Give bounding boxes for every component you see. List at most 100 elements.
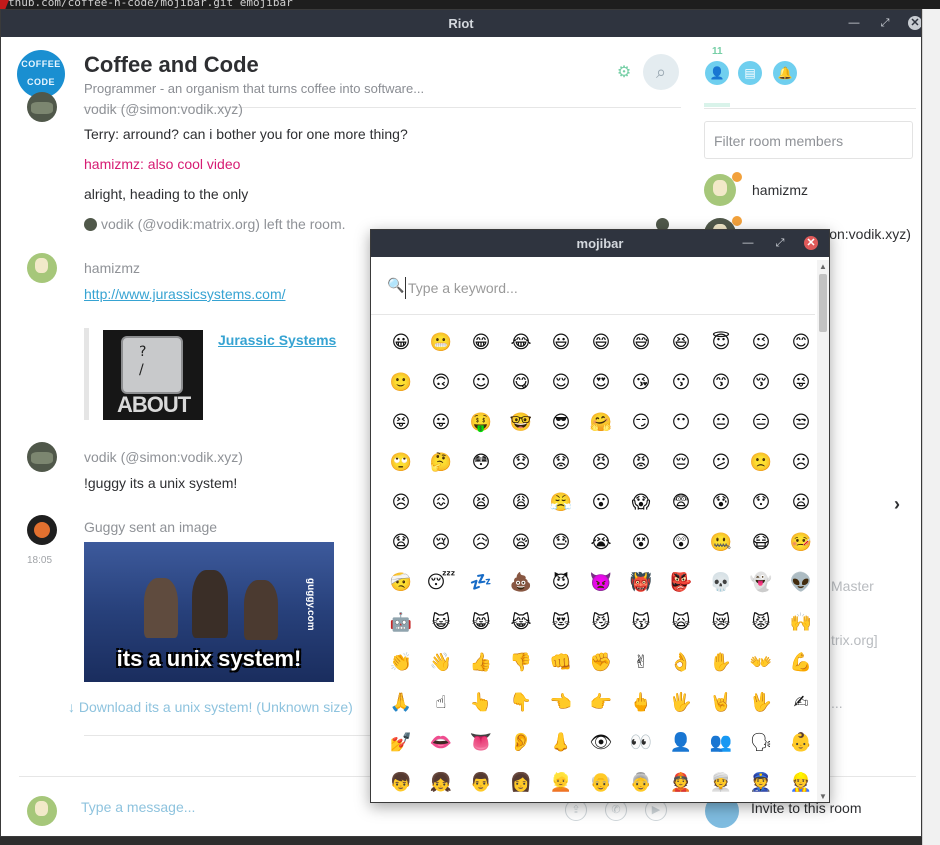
keyword-search-input[interactable] <box>405 277 805 299</box>
emoji-cell[interactable]: ✊ <box>581 643 621 683</box>
emoji-cell[interactable]: 😿 <box>701 603 741 643</box>
maximize-icon[interactable]: ⤢ <box>773 236 787 250</box>
emoji-cell[interactable]: 👱 <box>541 763 581 802</box>
filter-members-input[interactable]: Filter room members <box>704 121 913 159</box>
emoji-cell[interactable]: 😅 <box>621 323 661 363</box>
emoji-cell[interactable]: 😰 <box>701 483 741 523</box>
emoji-cell[interactable]: 🙄 <box>381 443 421 483</box>
emoji-cell[interactable]: 😆 <box>661 323 701 363</box>
emoji-cell[interactable]: 😣 <box>381 483 421 523</box>
emoji-cell[interactable]: 😹 <box>501 603 541 643</box>
emoji-cell[interactable]: 🤓 <box>501 403 541 443</box>
emoji-cell[interactable]: 🖕 <box>621 683 661 723</box>
emoji-cell[interactable]: 🤘 <box>701 683 741 723</box>
emoji-cell[interactable]: 👵 <box>621 763 661 802</box>
emoji-cell[interactable]: 👤 <box>661 723 701 763</box>
emoji-cell[interactable]: 😛 <box>421 403 461 443</box>
emoji-cell[interactable]: ☹ <box>781 443 815 483</box>
emoji-cell[interactable]: 🖐 <box>661 683 701 723</box>
emoji-cell[interactable]: 😝 <box>381 403 421 443</box>
emoji-cell[interactable]: 😻 <box>541 603 581 643</box>
emoji-cell[interactable]: ✌ <box>621 643 661 683</box>
emoji-cell[interactable]: 😡 <box>621 443 661 483</box>
emoji-cell[interactable]: 😥 <box>461 523 501 563</box>
scroll-up-icon[interactable]: ▲ <box>819 262 827 271</box>
emoji-cell[interactable]: 😃 <box>541 323 581 363</box>
emoji-cell[interactable]: 👃 <box>541 723 581 763</box>
emoji-cell[interactable]: 😜 <box>781 363 815 403</box>
emoji-cell[interactable]: 😺 <box>421 603 461 643</box>
url-preview-image[interactable]: ? / ABOUT <box>103 330 203 420</box>
emoji-cell[interactable]: 😚 <box>741 363 781 403</box>
emoji-cell[interactable]: 😧 <box>381 523 421 563</box>
emoji-cell[interactable]: ✋ <box>701 643 741 683</box>
emoji-cell[interactable]: 🙀 <box>661 603 701 643</box>
emoji-cell[interactable]: 👆 <box>461 683 501 723</box>
emoji-cell[interactable]: 💅 <box>381 723 421 763</box>
settings-gear-icon[interactable]: ⚙ <box>615 64 633 82</box>
emoji-cell[interactable]: 👶 <box>781 723 815 763</box>
members-icon[interactable]: 👤 <box>705 61 729 85</box>
minimize-icon[interactable]: — <box>741 236 755 250</box>
sender-name[interactable]: hamizmz <box>84 260 140 276</box>
message-link[interactable]: http://www.jurassicsystems.com/ <box>84 286 286 302</box>
emoji-cell[interactable]: 😔 <box>661 443 701 483</box>
emoji-cell[interactable]: 👥 <box>701 723 741 763</box>
emoji-cell[interactable]: 👩 <box>501 763 541 802</box>
emoji-cell[interactable]: 😄 <box>581 323 621 363</box>
emoji-cell[interactable]: 🗣 <box>741 723 781 763</box>
emoji-cell[interactable]: 😵 <box>621 523 661 563</box>
emoji-cell[interactable]: 🙌 <box>781 603 815 643</box>
emoji-cell[interactable]: 👏 <box>381 643 421 683</box>
emoji-cell[interactable]: 👲 <box>661 763 701 802</box>
emoji-cell[interactable]: 💩 <box>501 563 541 603</box>
emoji-cell[interactable]: 👴 <box>581 763 621 802</box>
url-preview-title[interactable]: Jurassic Systems <box>218 332 336 348</box>
scrollbar[interactable]: ▲ ▼ <box>817 260 829 802</box>
emoji-cell[interactable]: 👹 <box>621 563 661 603</box>
emoji-cell[interactable]: 🤗 <box>581 403 621 443</box>
emoji-cell[interactable]: 🙂 <box>381 363 421 403</box>
emoji-cell[interactable]: 😫 <box>461 483 501 523</box>
emoji-cell[interactable]: 😨 <box>661 483 701 523</box>
emoji-cell[interactable]: 🤑 <box>461 403 501 443</box>
emoji-cell[interactable]: 💀 <box>701 563 741 603</box>
emoji-cell[interactable]: 👺 <box>661 563 701 603</box>
room-name[interactable]: Coffee and Code <box>84 52 259 78</box>
emoji-cell[interactable]: 😶 <box>661 403 701 443</box>
emoji-cell[interactable]: 😢 <box>421 523 461 563</box>
emoji-cell[interactable]: 👋 <box>421 643 461 683</box>
emoji-cell[interactable]: 😁 <box>461 323 501 363</box>
emoji-cell[interactable]: 🤕 <box>381 563 421 603</box>
emoji-cell[interactable]: 👳 <box>701 763 741 802</box>
emoji-cell[interactable]: 😞 <box>501 443 541 483</box>
files-icon[interactable]: ▤ <box>738 61 762 85</box>
emoji-cell[interactable]: 😴 <box>421 563 461 603</box>
emoji-cell[interactable]: 😌 <box>541 363 581 403</box>
avatar[interactable] <box>27 442 57 472</box>
emoji-cell[interactable]: ☺ <box>461 363 501 403</box>
emoji-cell[interactable]: 😉 <box>741 323 781 363</box>
sender-name[interactable]: Guggy sent an image <box>84 519 217 535</box>
room-avatar[interactable]: COFFEE CODE <box>17 50 65 98</box>
emoji-cell[interactable]: 😓 <box>541 523 581 563</box>
emoji-cell[interactable]: 😠 <box>581 443 621 483</box>
emoji-cell[interactable]: 😊 <box>781 323 815 363</box>
emoji-cell[interactable]: 👨 <box>461 763 501 802</box>
emoji-cell[interactable]: 👂 <box>501 723 541 763</box>
emoji-cell[interactable]: 👽 <box>781 563 815 603</box>
emoji-cell[interactable]: 🤖 <box>381 603 421 643</box>
scrollbar-thumb[interactable] <box>819 274 827 332</box>
emoji-cell[interactable]: 👈 <box>541 683 581 723</box>
emoji-cell[interactable]: 😩 <box>501 483 541 523</box>
avatar[interactable] <box>27 515 57 545</box>
sender-name[interactable]: vodik (@simon:vodik.xyz) <box>84 449 243 465</box>
emoji-cell[interactable]: 😐 <box>701 403 741 443</box>
emoji-cell[interactable]: 👧 <box>421 763 461 802</box>
emoji-cell[interactable]: 😏 <box>621 403 661 443</box>
emoji-cell[interactable]: 🤔 <box>421 443 461 483</box>
emoji-cell[interactable]: 👅 <box>461 723 501 763</box>
emoji-cell[interactable]: 🙏 <box>381 683 421 723</box>
emoji-cell[interactable]: 🙃 <box>421 363 461 403</box>
emoji-cell[interactable]: 😒 <box>781 403 815 443</box>
